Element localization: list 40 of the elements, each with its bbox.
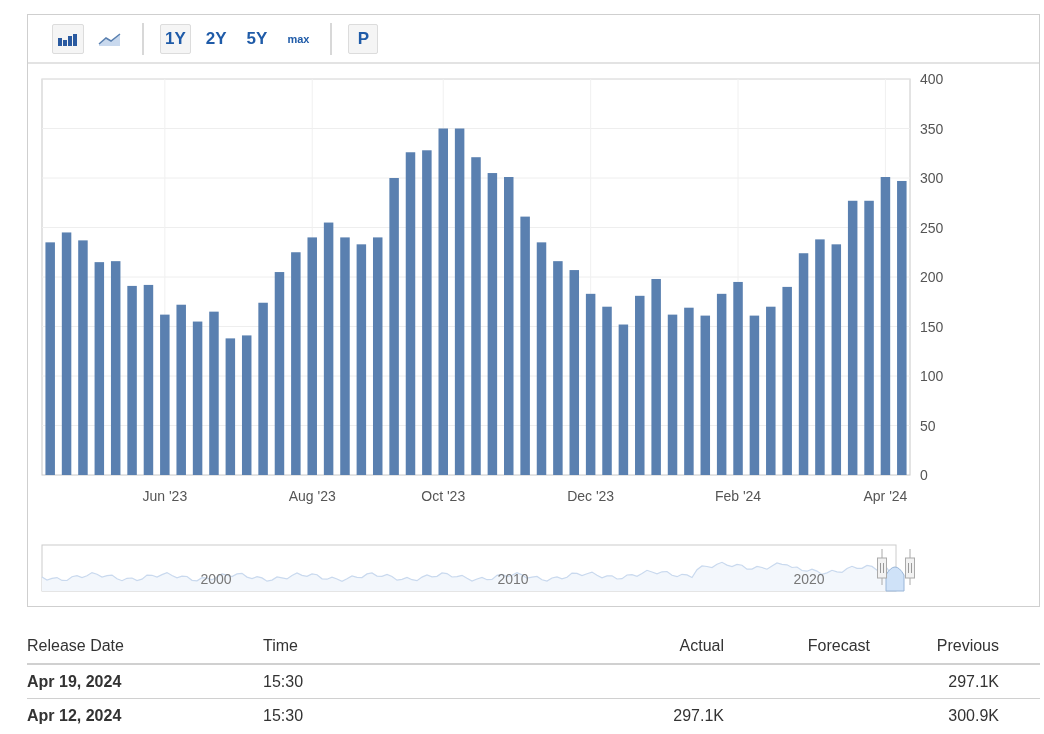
x-axis-label: Feb '24 bbox=[714, 488, 762, 504]
y-axis-label: 50 bbox=[920, 417, 936, 434]
range-button[interactable]: 2Y bbox=[200, 23, 232, 54]
table-cell-text: 15:30 bbox=[263, 672, 305, 691]
table-cell-text: 297.1K bbox=[672, 706, 724, 725]
x-axis-label: Oct '23 bbox=[421, 488, 466, 504]
column-header: Time bbox=[263, 637, 299, 655]
column-header: Actual bbox=[678, 637, 724, 655]
table-cell-text: 300.9K bbox=[947, 706, 999, 725]
year-label: 2020 bbox=[793, 571, 825, 587]
range-button[interactable]: 5Y bbox=[241, 23, 273, 54]
y-axis-label: 300 bbox=[920, 170, 944, 186]
x-axis-label: Apr '24 bbox=[863, 488, 908, 504]
y-axis-label: 350 bbox=[920, 120, 944, 137]
range-button[interactable]: 1Y bbox=[160, 23, 191, 54]
bar-chart-button[interactable] bbox=[52, 23, 84, 54]
y-axis-label: 150 bbox=[920, 318, 944, 335]
range-button[interactable]: max bbox=[282, 23, 315, 54]
y-axis-label: 250 bbox=[920, 219, 944, 236]
navigator-selection bbox=[885, 566, 905, 592]
table-cell-text: 297.1K bbox=[947, 672, 999, 691]
y-axis-label: 0 bbox=[920, 467, 928, 483]
column-header: Previous bbox=[935, 637, 999, 655]
y-axis-label: 200 bbox=[920, 269, 944, 285]
year-label: 2010 bbox=[497, 571, 529, 587]
y-axis-label: 400 bbox=[920, 71, 944, 87]
column-header: Forecast bbox=[806, 637, 870, 655]
area-chart-icon bbox=[98, 30, 122, 47]
x-axis-label: Aug '23 bbox=[288, 488, 336, 504]
x-axis-label: Jun '23 bbox=[142, 488, 188, 504]
table-cell-text: Apr 19, 2024 bbox=[27, 672, 123, 691]
p-button[interactable]: P bbox=[348, 23, 379, 54]
table-cell-text: 15:30 bbox=[263, 706, 305, 725]
year-label: 2000 bbox=[200, 571, 232, 587]
y-axis-label: 100 bbox=[920, 368, 944, 384]
range-handle[interactable] bbox=[905, 548, 915, 586]
table-cell-text: Apr 12, 2024 bbox=[27, 706, 123, 725]
range-handle[interactable] bbox=[877, 548, 887, 586]
x-axis-label: Dec '23 bbox=[567, 488, 615, 504]
column-header: Release Date bbox=[27, 637, 125, 655]
